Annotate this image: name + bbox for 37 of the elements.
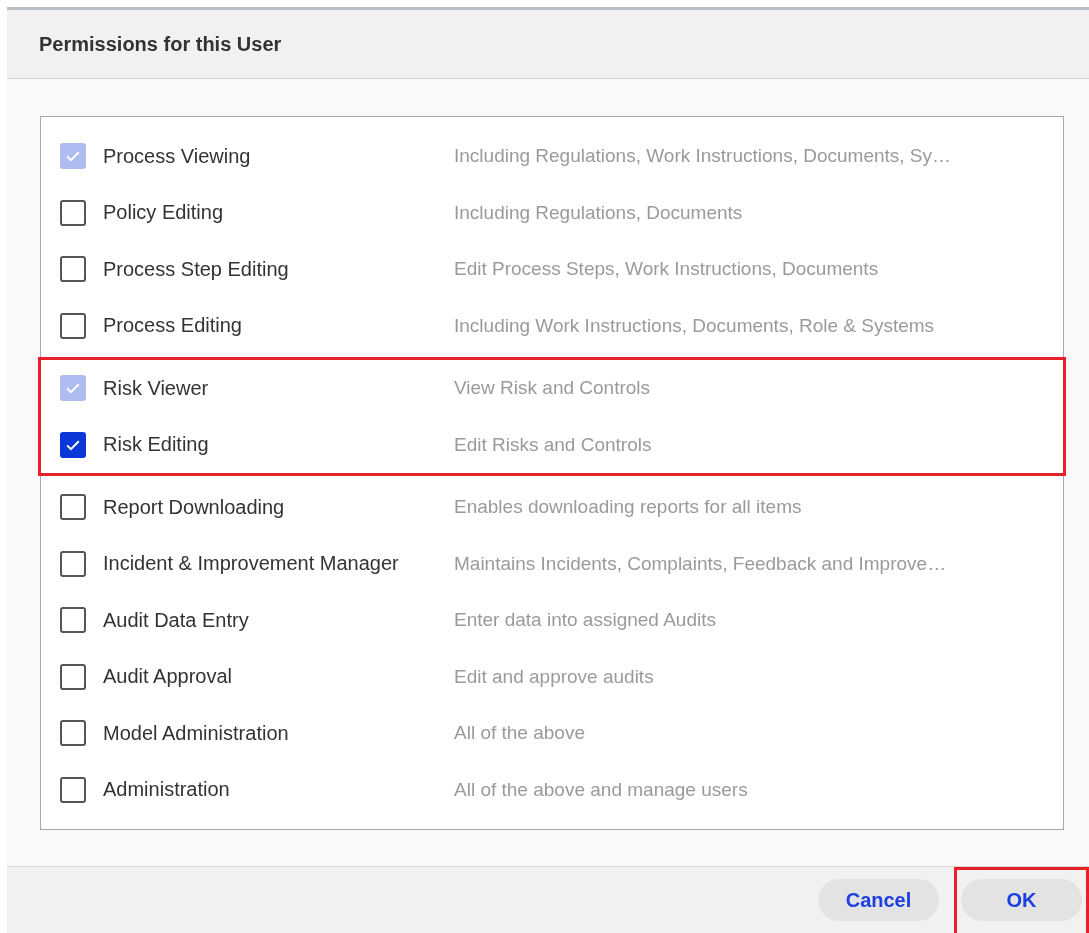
dialog-button[interactable]: Cancel (818, 879, 939, 921)
permission-description: Including Regulations, Documents (454, 201, 743, 224)
permission-label: Report Downloading (103, 495, 286, 519)
permission-label: Incident & Improvement Manager (103, 552, 400, 576)
dialog-button[interactable]: OK (961, 879, 1082, 921)
checkbox[interactable] (60, 312, 86, 339)
permission-description: View Risk and Controls (454, 377, 651, 400)
checkbox[interactable] (60, 550, 86, 577)
permission-label: Process Viewing (103, 144, 252, 168)
permission-label: Risk Viewer (103, 376, 210, 400)
permission-label: Policy Editing (103, 201, 225, 225)
permission-label: Risk Editing (103, 433, 210, 457)
permission-label: Audit Approval (103, 665, 233, 689)
permission-description: All of the above (454, 722, 585, 745)
checkbox[interactable] (60, 494, 86, 521)
checkbox[interactable] (60, 663, 86, 690)
checkbox[interactable] (60, 607, 86, 634)
dialog-title: Permissions for this User (39, 32, 282, 56)
checkbox[interactable] (60, 256, 86, 283)
permission-description: Edit Risks and Controls (454, 433, 652, 456)
checkbox[interactable] (60, 720, 86, 747)
permission-label: Administration (103, 778, 231, 802)
checkbox[interactable] (60, 431, 86, 458)
permission-description: Edit and approve audits (454, 665, 654, 688)
checkbox[interactable] (60, 776, 86, 803)
permission-description: All of the above and manage users (454, 778, 748, 801)
checkbox[interactable] (60, 199, 86, 226)
permission-description: Edit Process Steps, Work Instructions, Documents (454, 258, 879, 281)
permission-description: Maintains Incidents, Complaints, Feedback and Improve… (454, 552, 947, 575)
permission-description: Including Regulations, Work Instructions, Documents, Sy… (454, 145, 952, 168)
permission-description: Enter data into assigned Audits (454, 609, 716, 632)
permission-label: Process Editing (103, 314, 243, 338)
permission-label: Model Administration (103, 721, 290, 745)
permission-label: Audit Data Entry (103, 608, 250, 632)
permission-description: Including Work Instructions, Documents, Role & Systems (454, 314, 935, 337)
permission-label: Process Step Editing (103, 257, 290, 281)
permission-description: Enables downloading reports for all items (454, 496, 802, 519)
